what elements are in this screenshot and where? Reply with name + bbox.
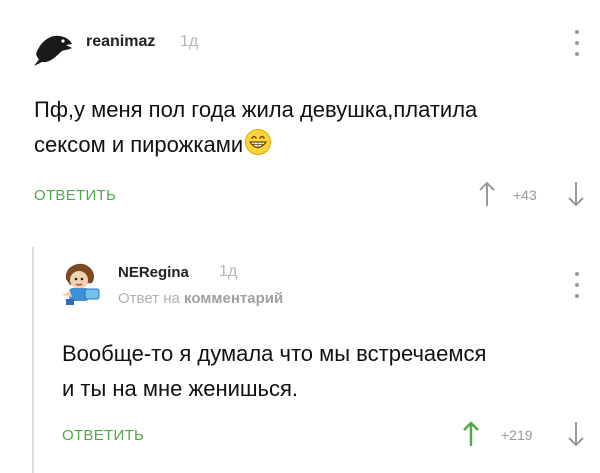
comment-time: 1д: [180, 33, 199, 50]
comment-text: Пф,у меня пол года жила девушка,платила …: [34, 92, 574, 162]
thread-line[interactable]: [32, 247, 34, 473]
comment-text-line: Вообще-то я думала что мы встречаемся: [62, 341, 487, 366]
comment-text-line: Пф,у меня пол года жила девушка,платила: [34, 97, 478, 122]
arrow-down-icon[interactable]: [567, 180, 585, 213]
comment-text-line: и ты на мне женишься.: [62, 376, 299, 401]
arrow-up-icon[interactable]: [478, 180, 496, 213]
reply-button[interactable]: ОТВЕТИТЬ: [34, 187, 116, 204]
comment-reanimaz: reanimaz 1д Пф,у меня пол года жила деву…: [0, 0, 600, 225]
author-name[interactable]: NERegina: [118, 264, 189, 281]
comment-text: Вообще-то я думала что мы встречаемся и …: [62, 336, 582, 406]
author-name[interactable]: reanimaz: [86, 33, 155, 51]
comment-time: 1д: [219, 263, 238, 280]
reply-button[interactable]: ОТВЕТИТЬ: [62, 427, 144, 444]
grinning-face-emoji-icon: [244, 128, 272, 156]
crow-avatar[interactable]: [32, 24, 76, 68]
comment-score: +219: [501, 427, 533, 443]
comment-text-line: сексом и пирожками: [34, 132, 244, 157]
reply-to-prefix: Ответ на: [118, 290, 180, 307]
reply-to-comment-link[interactable]: комментарий: [184, 290, 283, 307]
comment-text-line-with-emoji: сексом и пирожками: [34, 127, 574, 162]
comment-score: +43: [513, 187, 537, 203]
kebab-menu-icon[interactable]: [570, 272, 584, 298]
arrow-up-icon[interactable]: [462, 420, 480, 453]
cartoon-girl-avatar[interactable]: [56, 259, 104, 307]
reply-to-line: Ответ на комментарий: [118, 290, 283, 307]
arrow-down-icon[interactable]: [567, 420, 585, 453]
kebab-menu-icon[interactable]: [570, 30, 584, 56]
